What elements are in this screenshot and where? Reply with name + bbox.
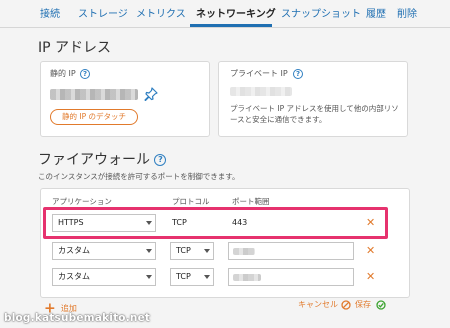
private-ip-description: プライベート IP アドレスを使用して他の内部リソースと安全に通信できます。 <box>230 104 399 124</box>
protocol-select-value: TCP <box>176 272 191 281</box>
port-value-redacted <box>233 248 255 255</box>
save-button[interactable]: 保存 <box>355 300 371 310</box>
highlight-box <box>43 207 388 239</box>
detach-static-ip-button[interactable]: 静的 IP のデタッチ <box>50 109 138 125</box>
protocol-select-value: TCP <box>176 246 191 255</box>
static-ip-label: 静的 IP <box>50 69 76 78</box>
firewall-section-title: ファイアウォール ? <box>38 152 167 169</box>
port-range-input[interactable] <box>228 242 354 260</box>
close-icon[interactable]: ✕ <box>366 245 375 256</box>
pin-icon[interactable] <box>144 87 158 101</box>
application-select-value: カスタム <box>58 246 90 255</box>
application-select[interactable]: カスタム <box>52 242 156 260</box>
tab-connect[interactable]: 接続 <box>40 9 60 21</box>
help-circle-icon[interactable]: ? <box>154 154 167 166</box>
chevron-down-icon <box>146 249 152 253</box>
chevron-down-icon <box>204 249 210 253</box>
application-select-value: カスタム <box>58 272 90 281</box>
ip-section-title: IP アドレス <box>38 40 112 56</box>
cancel-circle-icon[interactable] <box>341 300 351 310</box>
help-circle-icon[interactable]: ? <box>293 69 303 79</box>
close-icon[interactable]: ✕ <box>366 271 375 282</box>
column-header-application: アプリケーション <box>52 197 112 206</box>
private-ip-label: プライベート IP <box>230 69 288 78</box>
tab-networking[interactable]: ネットワーキング <box>196 9 276 21</box>
port-range-input[interactable] <box>228 268 354 286</box>
tab-metrics[interactable]: メトリクス <box>136 9 186 21</box>
tab-delete[interactable]: 削除 <box>397 9 417 21</box>
column-header-port-range: ポート範囲 <box>232 197 270 206</box>
application-select[interactable]: カスタム <box>52 268 156 286</box>
column-header-protocol: プロトコル <box>172 197 210 206</box>
tab-storage[interactable]: ストレージ <box>78 9 128 21</box>
tab-history[interactable]: 履歴 <box>366 9 386 21</box>
chevron-down-icon <box>146 275 152 279</box>
check-circle-icon[interactable] <box>376 300 386 310</box>
help-circle-icon[interactable]: ? <box>80 69 90 79</box>
firewall-title-text: ファイアウォール <box>38 152 150 168</box>
chevron-down-icon <box>204 275 210 279</box>
static-ip-value-redacted <box>50 89 138 100</box>
protocol-select[interactable]: TCP <box>170 242 214 260</box>
watermark-text: blog.katsubemakito.net <box>4 312 151 324</box>
protocol-select[interactable]: TCP <box>170 268 214 286</box>
tab-bar: 接続 ストレージ メトリクス ネットワーキング スナップショット 履歴 削除 <box>0 0 450 28</box>
firewall-description: このインスタンスが接続を許可するポートを制御できます。 <box>38 172 240 181</box>
active-tab-indicator <box>190 24 272 27</box>
port-value-redacted <box>233 274 261 281</box>
cancel-button[interactable]: キャンセル <box>298 300 338 310</box>
private-ip-value-redacted <box>230 87 292 96</box>
tab-snapshots[interactable]: スナップショット <box>281 9 361 21</box>
